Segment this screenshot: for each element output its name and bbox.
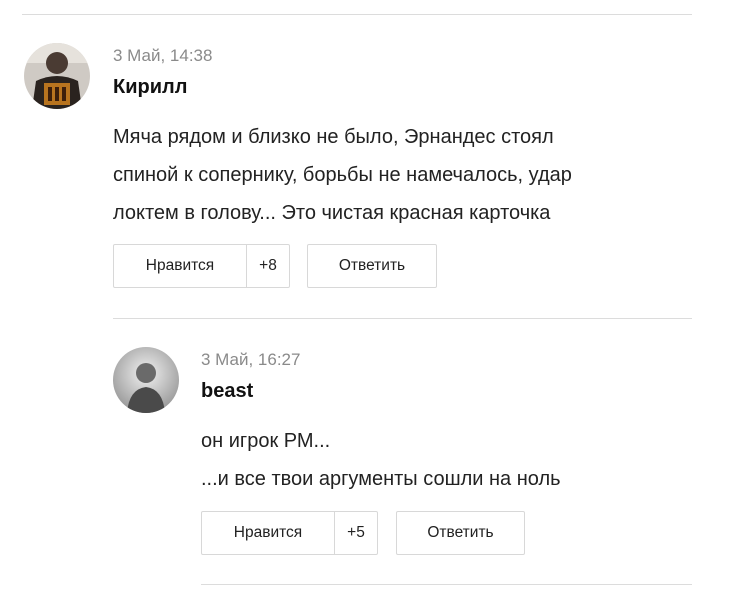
user-avatar-icon — [113, 347, 179, 413]
comment-divider — [113, 318, 692, 319]
comment-date: 3 Май, 16:27 — [201, 350, 301, 369]
like-count: +5 — [347, 524, 365, 541]
like-label: Нравится — [114, 245, 247, 287]
comment-text-line: Мяча рядом и близко не было, Эрнандес ст… — [113, 126, 554, 148]
comment-text-line: он игрок РМ... — [201, 430, 331, 452]
avatar[interactable] — [113, 347, 179, 413]
bottom-divider — [201, 584, 692, 585]
like-button[interactable]: Нравится +8 — [113, 244, 290, 288]
comment-text: Мяча рядом и близко не было, Эрнандес ст… — [113, 118, 572, 232]
like-button[interactable]: Нравится +5 — [201, 511, 378, 555]
avatar[interactable] — [24, 43, 90, 109]
comment-text-line: ...и все твои аргументы сошли на ноль — [201, 468, 561, 490]
reply-button[interactable]: Ответить — [396, 511, 525, 555]
comment-text-line: спиной к сопернику, борьбы не намечалось… — [113, 164, 572, 186]
user-avatar-icon — [24, 43, 90, 109]
like-count: +8 — [259, 257, 277, 274]
comment-author[interactable]: beast — [201, 380, 253, 403]
comment-text-line: локтем в голову... Это чистая красная ка… — [113, 202, 551, 224]
reply-button[interactable]: Ответить — [307, 244, 437, 288]
comment-text: он игрок РМ... ...и все твои аргументы с… — [201, 422, 561, 498]
top-divider — [22, 14, 692, 15]
comment-author[interactable]: Кирилл — [113, 76, 187, 99]
like-label: Нравится — [202, 512, 335, 554]
comment-date: 3 Май, 14:38 — [113, 46, 213, 65]
